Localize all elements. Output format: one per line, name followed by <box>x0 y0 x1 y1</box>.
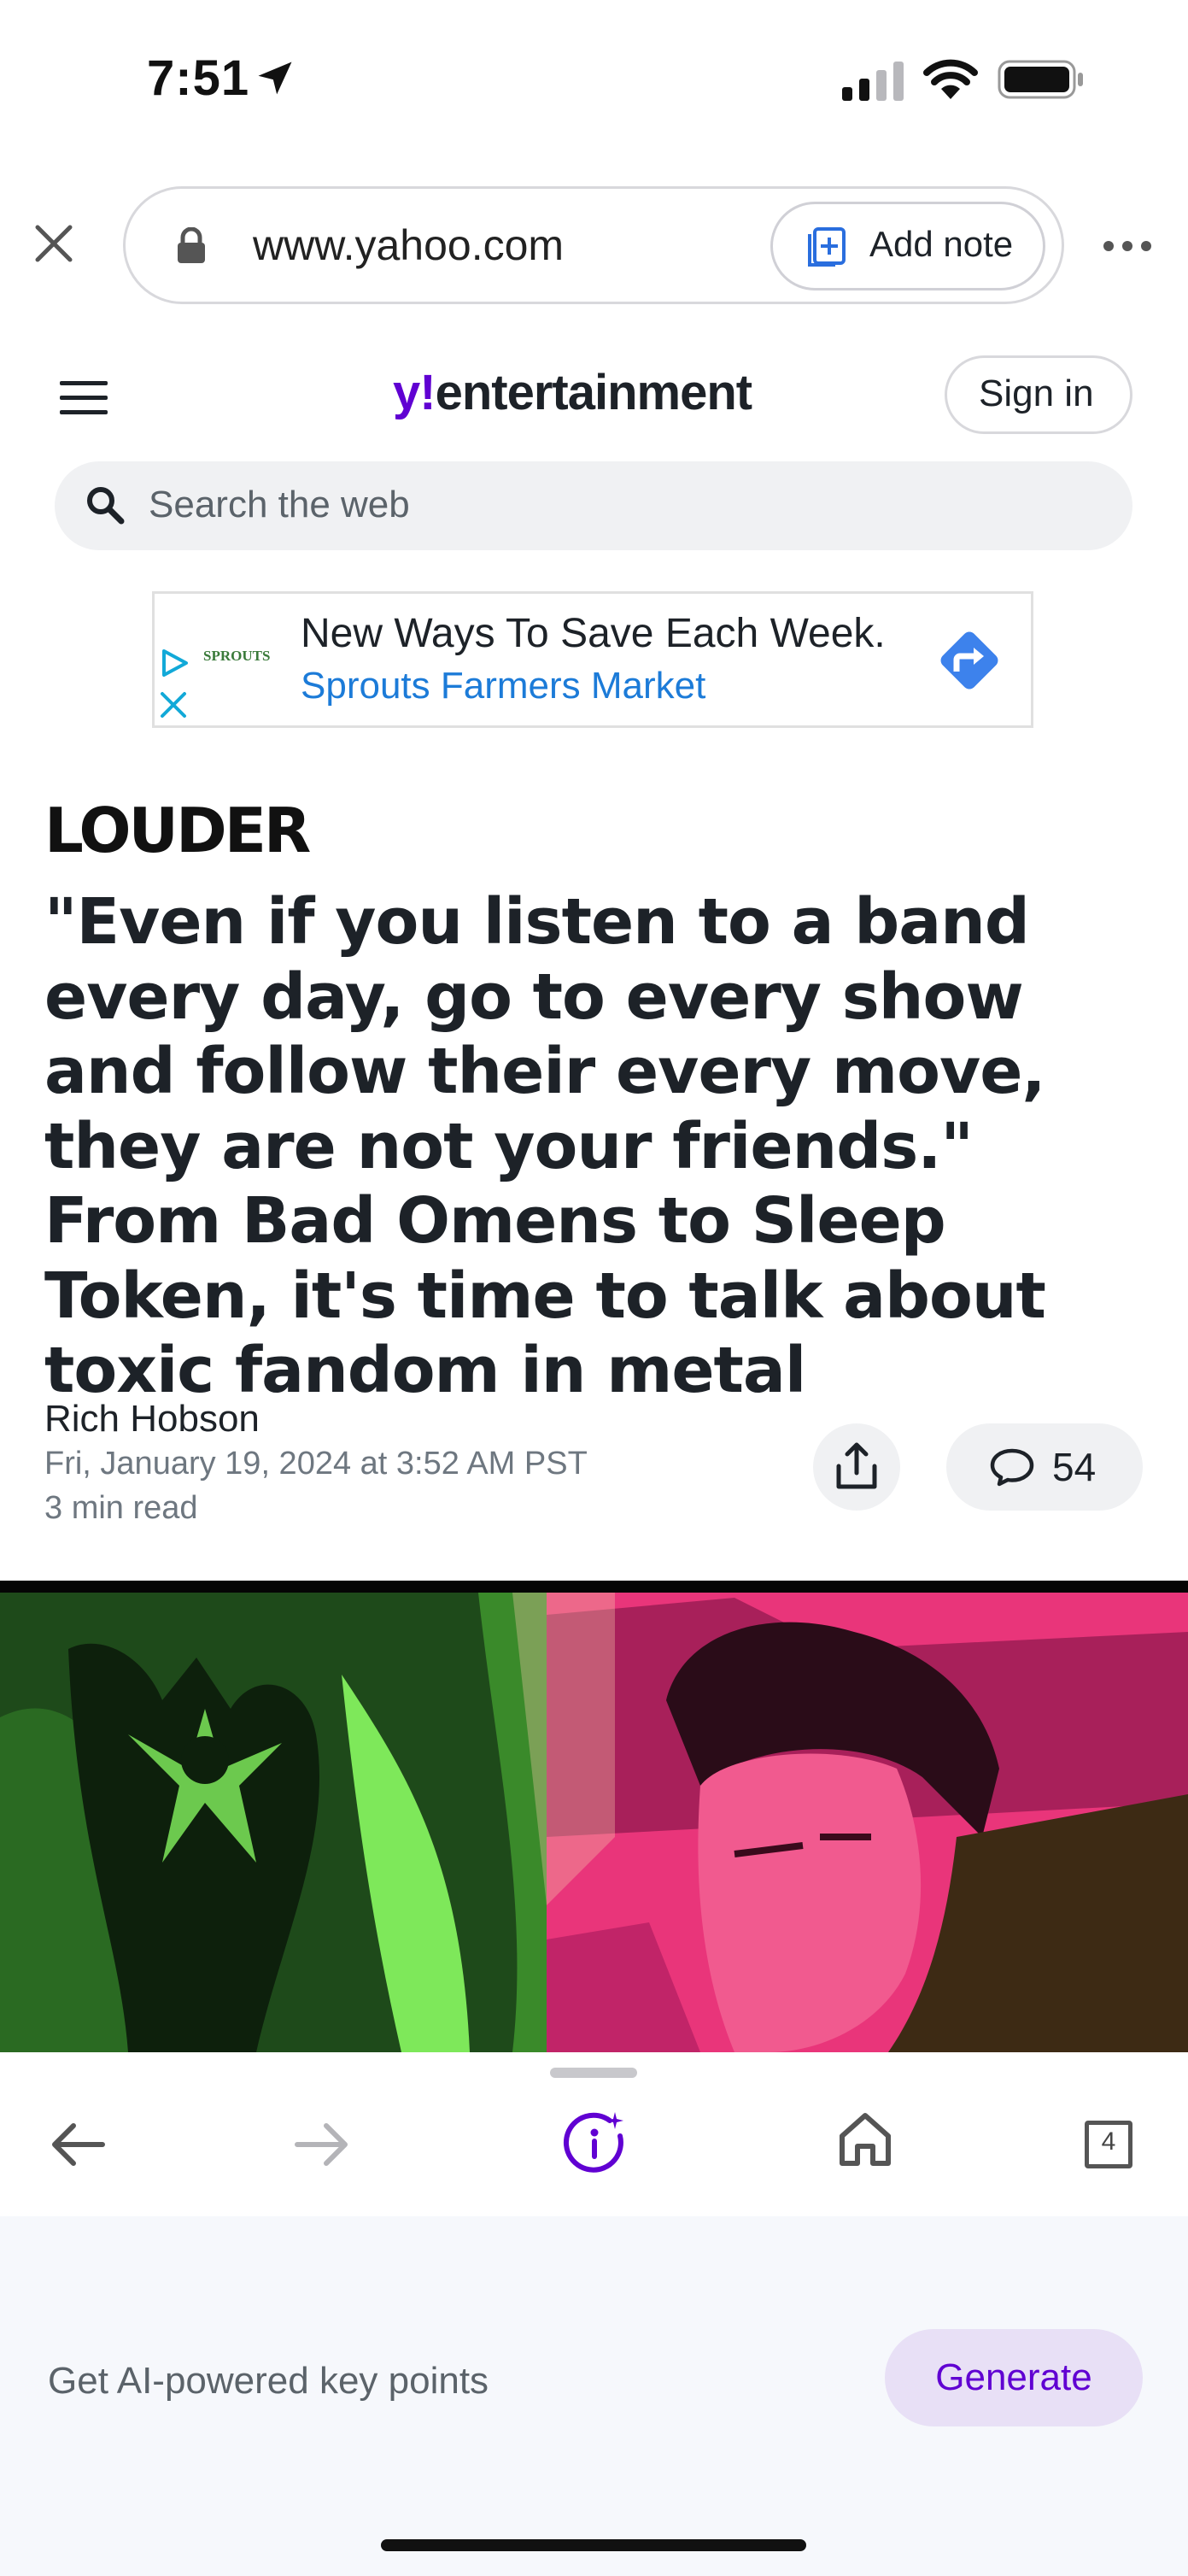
battery-icon <box>998 60 1083 99</box>
back-arrow-icon[interactable] <box>48 2119 108 2170</box>
close-icon[interactable] <box>34 224 73 263</box>
location-arrow-icon <box>258 62 292 95</box>
home-icon[interactable] <box>837 2110 893 2168</box>
tabs-count: 4 <box>1101 2127 1116 2156</box>
hamburger-menu-icon[interactable] <box>60 379 108 417</box>
comment-bubble-icon <box>990 1448 1034 1487</box>
more-options-icon[interactable] <box>1102 239 1153 253</box>
sprouts-logo: SPROUTS <box>203 648 271 664</box>
yahoo-entertainment-logo[interactable]: y!entertainment <box>393 364 752 421</box>
home-indicator[interactable] <box>381 2539 806 2551</box>
hero-image-art <box>0 1581 1188 2052</box>
sign-in-label: Sign in <box>979 373 1094 414</box>
article-hero-image[interactable] <box>0 1581 1188 2052</box>
read-time: 3 min read <box>44 1490 198 1526</box>
share-icon <box>836 1442 877 1489</box>
article-author[interactable]: Rich Hobson <box>44 1398 260 1441</box>
wifi-icon <box>923 59 978 99</box>
ad-headline[interactable]: New Ways To Save Each Week. <box>301 610 886 657</box>
ai-key-points-label: Get AI-powered key points <box>48 2360 489 2402</box>
url-text[interactable]: www.yahoo.com <box>253 220 564 270</box>
comments-button[interactable] <box>946 1423 1143 1511</box>
ai-info-icon[interactable] <box>560 2109 629 2177</box>
publish-date: Fri, January 19, 2024 at 3:52 AM PST <box>44 1446 588 1482</box>
ad-advertiser[interactable]: Sprouts Farmers Market <box>301 665 705 707</box>
add-note-label: Add note <box>869 224 1014 264</box>
comment-count: 54 <box>1052 1445 1097 1489</box>
directions-icon[interactable] <box>931 622 1008 699</box>
louder-source-logo[interactable]: LOUDER <box>44 795 311 866</box>
status-time: 7:51 <box>147 50 250 106</box>
search-placeholder: Search the web <box>149 484 410 525</box>
logo-text: entertainment <box>435 365 753 420</box>
share-button[interactable] <box>813 1423 900 1511</box>
forward-arrow-icon[interactable] <box>292 2119 352 2170</box>
ad-close-icon[interactable] <box>159 690 188 719</box>
search-icon <box>87 487 125 525</box>
cellular-signal-icon <box>842 62 904 101</box>
article-headline: "Even if you listen to a band every day,… <box>44 885 1046 1407</box>
sheet-drag-handle[interactable] <box>550 2068 637 2078</box>
lock-icon <box>178 227 205 263</box>
yahoo-y-mark: y! <box>393 365 436 420</box>
adchoices-icon[interactable] <box>157 646 191 680</box>
add-note-icon <box>808 227 846 267</box>
generate-label: Generate <box>935 2356 1092 2398</box>
